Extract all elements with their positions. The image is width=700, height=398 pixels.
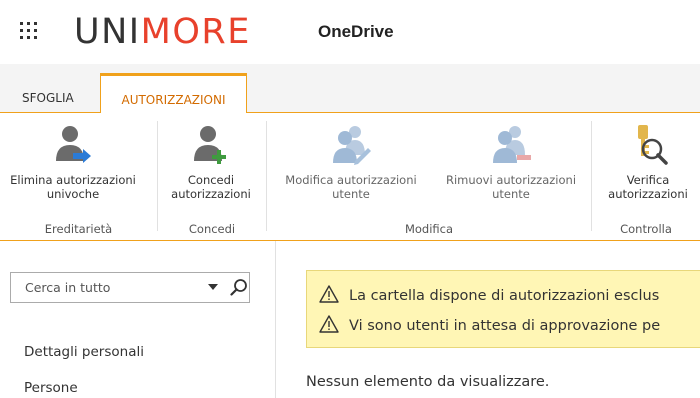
group-label-ereditarieta: Ereditarietà	[44, 222, 113, 236]
group-label-modifica: Modifica	[404, 222, 454, 236]
brand-logo[interactable]: UNIMORE	[74, 10, 251, 54]
chevron-down-icon[interactable]	[207, 282, 219, 292]
warning-text[interactable]: Vi sono utenti in attesa di approvazione…	[349, 318, 660, 334]
warning-line: La cartella dispone di autorizzazioni es…	[319, 285, 659, 304]
delete-unique-permissions-label: Elimina autorizzazioni univoche	[10, 173, 136, 201]
check-permissions-icon	[638, 125, 668, 165]
remove-user-permissions-label: Rimuovi autorizzazioni utente	[445, 173, 577, 201]
remove-user-permissions-icon	[493, 126, 531, 163]
ribbon-separator	[157, 121, 158, 231]
search-input[interactable]: Cerca in tutto	[25, 280, 110, 295]
app-launcher-icon[interactable]	[20, 22, 40, 42]
ribbon-separator	[266, 121, 267, 231]
warning-icon	[319, 285, 339, 303]
edit-user-permissions-label: Modifica autorizzazioni utente	[285, 173, 417, 201]
ribbon: Elimina autorizzazioni univoche Concedi …	[0, 113, 700, 241]
grant-permissions-icon	[194, 126, 226, 164]
brand-logo-part2: MORE	[140, 12, 251, 52]
remove-user-permissions-button[interactable]: Rimuovi autorizzazioni utente	[434, 123, 588, 201]
nav-item-persone[interactable]: Persone	[24, 380, 78, 396]
suite-bar: UNIMORE OneDrive	[0, 0, 700, 64]
ribbon-separator	[591, 121, 592, 231]
delete-unique-permissions-button[interactable]: Elimina autorizzazioni univoche	[0, 123, 158, 201]
warning-banner: La cartella dispone di autorizzazioni es…	[306, 270, 700, 348]
ribbon-tab-row: SFOGLIA AUTORIZZAZIONI	[0, 64, 700, 114]
search-box[interactable]: Cerca in tutto	[10, 272, 250, 303]
tab-autorizzazioni[interactable]: AUTORIZZAZIONI	[100, 73, 247, 114]
empty-message: Nessun elemento da visualizzare.	[306, 374, 550, 390]
warning-icon	[319, 315, 339, 333]
app-name[interactable]: OneDrive	[318, 20, 394, 44]
check-permissions-button[interactable]: Verifica autorizzazioni	[596, 123, 700, 201]
check-permissions-label: Verifica autorizzazioni	[608, 173, 688, 201]
group-label-concedi: Concedi	[188, 222, 236, 236]
tab-sfoglia[interactable]: SFOGLIA	[14, 84, 82, 113]
search-icon[interactable]	[230, 278, 248, 296]
content-divider	[275, 241, 276, 398]
brand-logo-part1: UNI	[74, 12, 141, 52]
grant-permissions-button[interactable]: Concedi autorizzazioni	[161, 123, 261, 201]
group-label-controlla: Controlla	[620, 222, 672, 236]
warning-line: Vi sono utenti in attesa di approvazione…	[319, 315, 660, 334]
grant-permissions-label: Concedi autorizzazioni	[171, 173, 251, 201]
nav-item-dettagli-personali[interactable]: Dettagli personali	[24, 344, 144, 360]
warning-text[interactable]: La cartella dispone di autorizzazioni es…	[349, 288, 659, 304]
edit-user-permissions-button[interactable]: Modifica autorizzazioni utente	[268, 123, 434, 201]
edit-user-permissions-icon	[333, 126, 371, 165]
delete-unique-permissions-icon	[56, 126, 91, 163]
